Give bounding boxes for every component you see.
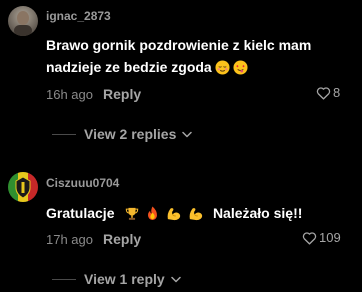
comment-username[interactable]: ignac_2873 bbox=[46, 9, 111, 23]
comment-text: Gratulacje Należało się!! bbox=[46, 202, 302, 227]
fire-icon bbox=[146, 205, 159, 227]
avatar[interactable] bbox=[8, 6, 38, 36]
comment-timestamp: 16h ago bbox=[46, 86, 93, 102]
comment-timestamp: 17h ago bbox=[46, 231, 93, 247]
comment-text: Brawo gornik pozdrowienie z kielc mam bbox=[46, 34, 311, 56]
face-with-tongue-hearts-icon bbox=[233, 59, 248, 81]
replies-divider bbox=[52, 133, 76, 135]
view-replies-button[interactable]: View 2 replies bbox=[52, 126, 193, 142]
avatar[interactable] bbox=[8, 172, 38, 202]
heart-outline-icon bbox=[302, 231, 317, 245]
comment-username[interactable]: Ciszuuu0704 bbox=[46, 176, 119, 190]
club-crest-icon bbox=[8, 172, 38, 202]
reply-button[interactable]: Reply bbox=[103, 231, 141, 247]
trophy-icon bbox=[125, 205, 139, 227]
chevron-down-icon bbox=[182, 131, 193, 137]
heart-outline-icon bbox=[316, 86, 331, 100]
chevron-down-icon bbox=[170, 276, 181, 282]
view-replies-label: View 1 reply bbox=[84, 271, 165, 287]
view-replies-label: View 2 replies bbox=[84, 126, 177, 142]
like-button[interactable]: 8 bbox=[316, 85, 340, 100]
comment-text-continued: nadzieje ze bedzie zgoda bbox=[46, 56, 248, 81]
flexed-biceps-icon bbox=[166, 205, 181, 227]
comment-text-start: Gratulacje bbox=[46, 205, 115, 221]
like-button[interactable]: 109 bbox=[302, 230, 341, 245]
like-count: 8 bbox=[333, 85, 341, 100]
reply-button[interactable]: Reply bbox=[103, 86, 141, 102]
view-replies-button[interactable]: View 1 reply bbox=[52, 271, 181, 287]
replies-divider bbox=[52, 278, 76, 280]
comment-text-line: nadzieje ze bedzie zgoda bbox=[46, 59, 212, 75]
comment-meta: 17h ago Reply bbox=[46, 230, 141, 248]
relieved-face-icon bbox=[215, 59, 230, 81]
like-count: 109 bbox=[319, 230, 341, 245]
comment-meta: 16h ago Reply bbox=[46, 85, 141, 103]
comment-text-line: Brawo gornik pozdrowienie z kielc mam bbox=[46, 37, 312, 53]
avatar-photo-icon bbox=[8, 6, 38, 36]
flexed-biceps-icon bbox=[188, 205, 203, 227]
comment-text-end: Należało się!! bbox=[212, 205, 303, 221]
